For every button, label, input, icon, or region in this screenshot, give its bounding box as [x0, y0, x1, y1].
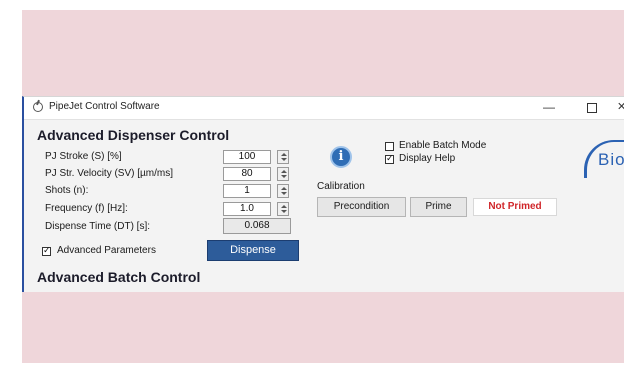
frequency-spinner[interactable] — [277, 202, 289, 216]
advanced-parameters-checkbox[interactable] — [42, 245, 51, 256]
stroke-spinner[interactable] — [277, 150, 289, 164]
enable-batch-mode-checkbox[interactable] — [385, 142, 394, 151]
logo-text: Bio — [598, 150, 624, 169]
advanced-batch-title: Advanced Batch Control — [37, 269, 201, 285]
param-label-shots: Shots (n): — [45, 185, 89, 196]
close-button[interactable]: ✕ — [617, 99, 624, 115]
display-help-label[interactable]: Display Help — [399, 153, 455, 164]
prime-button[interactable]: Prime — [410, 197, 467, 217]
app-window: PipeJet Control Software — ✕ — [22, 96, 624, 292]
enable-batch-mode-label[interactable]: Enable Batch Mode — [399, 140, 486, 151]
stroke-input[interactable]: 100 — [223, 150, 271, 164]
param-label-velocity: PJ Str. Velocity (SV) [µm/ms] — [45, 168, 174, 179]
frequency-input[interactable]: 1.0 — [223, 202, 271, 216]
param-label-stroke: PJ Stroke (S) [%] — [45, 151, 122, 162]
prime-status-badge: Not Primed — [473, 198, 557, 216]
maximize-button[interactable] — [587, 103, 597, 113]
window-title: PipeJet Control Software — [49, 101, 160, 112]
info-icon[interactable]: i — [330, 146, 352, 168]
shots-input[interactable]: 1 — [223, 184, 271, 198]
company-logo: Bio — [580, 138, 624, 178]
dispense-button[interactable]: Dispense — [207, 240, 299, 261]
precondition-button[interactable]: Precondition — [317, 197, 406, 217]
minimize-button[interactable]: — — [543, 99, 555, 115]
display-help-checkbox[interactable] — [385, 153, 394, 164]
param-label-frequency: Frequency (f) [Hz]: — [45, 203, 128, 214]
velocity-input[interactable]: 80 — [223, 167, 271, 181]
app-icon — [33, 102, 43, 112]
param-label-dispense-time: Dispense Time (DT) [s]: — [45, 221, 151, 232]
advanced-dispenser-title: Advanced Dispenser Control — [37, 127, 230, 143]
dispense-time-value: 0.068 — [223, 218, 291, 234]
advanced-parameters-label[interactable]: Advanced Parameters — [57, 245, 156, 256]
title-bar: PipeJet Control Software — ✕ — [24, 97, 624, 120]
shots-spinner[interactable] — [277, 184, 289, 198]
calibration-label: Calibration — [317, 181, 365, 192]
velocity-spinner[interactable] — [277, 167, 289, 181]
